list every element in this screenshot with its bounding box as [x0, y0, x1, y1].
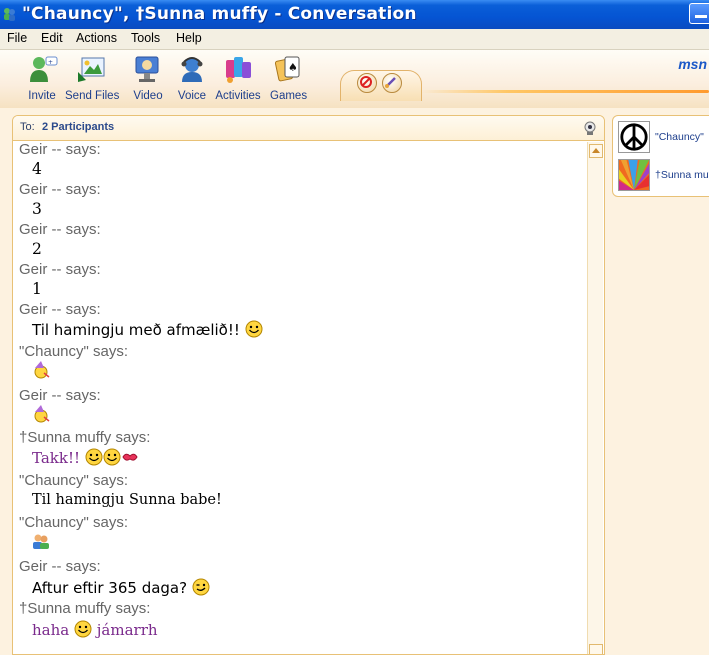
message-text: Til hamingju með afmælið!! [32, 321, 240, 339]
message-sender: Geir -- says: [19, 181, 101, 198]
menu-edit[interactable]: Edit [41, 31, 63, 45]
message-sender: "Chauncy" says: [19, 514, 129, 531]
activities-label: Activities [215, 90, 261, 102]
menu-bar: File Edit Actions Tools Help [0, 29, 709, 50]
message-sender: †Sunna muffy says: [19, 429, 151, 446]
message-text-continued: jámarrh [96, 621, 158, 639]
message-history: Geir -- says: 4 Geir -- says: 3 Geir -- … [13, 141, 589, 654]
smile-emoticon [245, 320, 263, 338]
voice-label: Voice [177, 90, 207, 102]
games-button[interactable]: ♠ Games [270, 54, 308, 104]
invite-button[interactable]: + Invite [23, 54, 61, 104]
toolbar-tab [340, 70, 422, 101]
menu-help[interactable]: Help [176, 31, 202, 45]
participant-item[interactable]: "Chauncy" [618, 121, 709, 155]
wink-emoticon [192, 578, 210, 596]
message-text: 1 [32, 280, 42, 298]
message-sender: Geir -- says: [19, 387, 101, 404]
message-text: haha [32, 621, 70, 639]
message-sender: "Chauncy" says: [19, 343, 129, 360]
scroll-thumb[interactable] [589, 644, 603, 654]
msn-logo: msn [678, 56, 707, 72]
menu-file[interactable]: File [7, 31, 27, 45]
smile-emoticon [103, 448, 121, 466]
party-emoticon [34, 361, 50, 379]
message-line [32, 532, 50, 551]
video-label: Video [133, 90, 163, 102]
vertical-scrollbar[interactable] [587, 142, 603, 654]
kiss-emoticon [122, 453, 138, 461]
menu-actions[interactable]: Actions [76, 31, 117, 45]
colorful-flower-avatar [618, 159, 650, 191]
message-sender: Geir -- says: [19, 221, 101, 238]
participants-count[interactable]: 2 Participants [42, 121, 114, 133]
block-icon [360, 76, 372, 88]
video-icon [135, 56, 159, 82]
participants-panel: "Chauncy" †Sunna muf [612, 115, 709, 197]
toolbar-stripe [420, 90, 709, 93]
message-sender: Geir -- says: [19, 301, 101, 318]
participant-name: †Sunna muf [655, 169, 709, 181]
message-line: Aftur eftir 365 daga? [32, 578, 210, 597]
message-text: Takk!! [32, 449, 81, 467]
message-text: 2 [32, 240, 42, 258]
games-label: Games [270, 90, 308, 102]
peace-sign-avatar [618, 121, 650, 153]
msn-messenger-icon [4, 8, 15, 21]
svg-text:♠: ♠ [288, 61, 298, 74]
svg-text:+: + [48, 59, 53, 66]
message-text: 4 [32, 160, 42, 178]
activities-button[interactable]: Activities [215, 54, 261, 104]
conversation-panel: To: 2 Participants Geir -- says: 4 Geir … [12, 115, 605, 655]
games-icon: ♠ [274, 56, 300, 82]
message-sender: "Chauncy" says: [19, 472, 129, 489]
to-bar: To: 2 Participants [13, 116, 604, 141]
message-line: Takk!! [32, 448, 139, 467]
paintbrush-icon [385, 77, 396, 88]
block-button[interactable] [357, 73, 377, 93]
minimize-button[interactable] [689, 3, 709, 24]
smile-emoticon [85, 448, 103, 466]
message-sender: Geir -- says: [19, 558, 101, 575]
send-files-label: Send Files [65, 90, 120, 102]
window-title: "Chauncy", †Sunna muffy - Conversation [22, 4, 417, 24]
message-text: 3 [32, 200, 42, 218]
toolbar: + Invite Send Files Video Voice Activiti… [0, 50, 709, 108]
video-button[interactable]: Video [131, 54, 165, 104]
party-emoticon [34, 405, 50, 423]
to-label: To: [20, 121, 35, 133]
voice-button[interactable]: Voice [176, 54, 208, 104]
menu-tools[interactable]: Tools [131, 31, 160, 45]
send-files-icon [78, 57, 105, 82]
activities-icon [226, 57, 251, 83]
message-line [32, 361, 50, 380]
participant-name: "Chauncy" [655, 131, 704, 143]
participant-item[interactable]: †Sunna muf [618, 159, 709, 193]
message-line: haha jámarrh [32, 620, 158, 639]
smile-emoticon [74, 620, 92, 638]
scroll-up-button[interactable] [589, 144, 603, 158]
webcam-icon[interactable] [582, 120, 598, 136]
message-line [32, 405, 50, 424]
background-button[interactable] [382, 73, 402, 93]
invite-icon: + [30, 56, 58, 82]
message-line: Til hamingju með afmælið!! [32, 320, 263, 339]
people-emoticon [33, 534, 49, 549]
message-sender: Geir -- says: [19, 141, 101, 158]
message-sender: Geir -- says: [19, 261, 101, 278]
message-text: Til hamingju Sunna babe! [32, 492, 222, 508]
invite-label: Invite [28, 90, 56, 102]
send-files-button[interactable]: Send Files [65, 54, 119, 104]
message-text: Aftur eftir 365 daga? [32, 579, 188, 597]
message-sender: †Sunna muffy says: [19, 600, 151, 617]
title-bar[interactable]: "Chauncy", †Sunna muffy - Conversation [0, 0, 709, 29]
voice-icon [181, 57, 203, 82]
